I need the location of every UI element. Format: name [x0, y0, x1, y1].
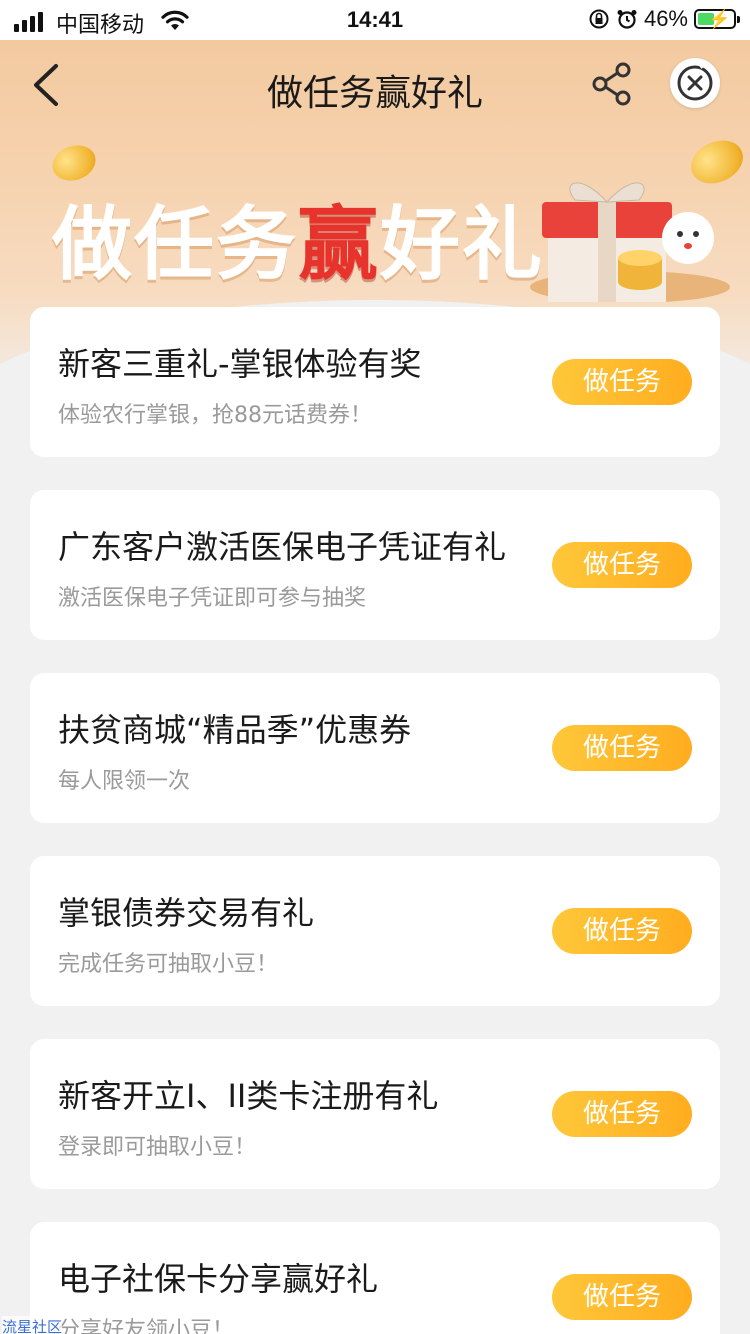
close-circle-icon — [677, 60, 713, 101]
alarm-icon — [617, 10, 637, 29]
task-card: 掌银债券交易有礼 完成任务可抽取小豆！ 做任务 — [30, 856, 720, 1006]
task-title: 电子社保卡分享赢好礼 — [58, 1260, 379, 1298]
do-task-button[interactable]: 做任务 — [552, 359, 692, 405]
watermark: 流星社区 — [2, 1316, 63, 1334]
do-task-button[interactable]: 做任务 — [552, 1274, 692, 1320]
task-card: 新客三重礼-掌银体验有奖 体验农行掌银，抢88元话费券！ 做任务 — [30, 307, 720, 457]
task-subtitle: 分享好友领小豆！ — [58, 1318, 235, 1334]
navigation-bar: 做任务赢好礼 — [0, 40, 750, 132]
hero-banner: 做任务赢好礼 — [0, 132, 750, 302]
task-title: 新客开立I、II类卡注册有礼 — [58, 1077, 439, 1115]
task-card: 新客开立I、II类卡注册有礼 登录即可抽取小豆！ 做任务 — [30, 1039, 720, 1189]
rotation-lock-icon — [589, 9, 609, 29]
task-card: 电子社保卡分享赢好礼 分享好友领小豆！ 做任务 — [30, 1222, 720, 1334]
task-card: 广东客户激活医保电子凭证有礼 激活医保电子凭证即可参与抽奖 做任务 — [30, 490, 720, 640]
gift-box-illustration — [530, 182, 730, 302]
task-subtitle: 每人限领一次 — [58, 769, 191, 794]
share-icon[interactable] — [590, 60, 634, 108]
battery-icon: ⚡ — [694, 9, 740, 29]
task-title: 扶贫商城“精品季”优惠券 — [58, 711, 412, 749]
do-task-button[interactable]: 做任务 — [552, 1091, 692, 1137]
do-task-button[interactable]: 做任务 — [552, 725, 692, 771]
task-subtitle: 完成任务可抽取小豆！ — [58, 952, 279, 977]
status-bar: 中国移动 14:41 46% ⚡ — [0, 0, 750, 40]
task-subtitle: 激活医保电子凭证即可参与抽奖 — [58, 586, 367, 611]
task-subtitle: 体验农行掌银，抢88元话费券！ — [58, 403, 372, 428]
task-title: 掌银债券交易有礼 — [58, 894, 315, 932]
task-title: 广东客户激活医保电子凭证有礼 — [58, 528, 507, 566]
task-subtitle: 登录即可抽取小豆！ — [58, 1135, 257, 1160]
do-task-button[interactable]: 做任务 — [552, 542, 692, 588]
close-button[interactable] — [670, 58, 720, 108]
task-title: 新客三重礼-掌银体验有奖 — [58, 345, 422, 383]
do-task-button[interactable]: 做任务 — [552, 908, 692, 954]
page-title: 做任务赢好礼 — [266, 73, 483, 114]
task-card: 扶贫商城“精品季”优惠券 每人限领一次 做任务 — [30, 673, 720, 823]
banner-title: 做任务赢好礼 — [52, 198, 544, 291]
battery-percent: 46% — [643, 6, 688, 31]
